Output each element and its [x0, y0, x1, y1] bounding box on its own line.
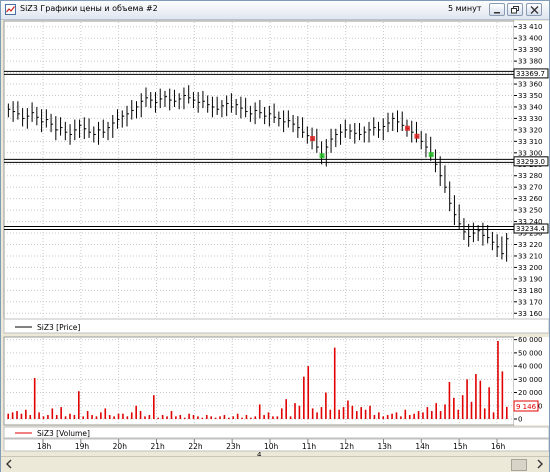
price-tick-label: 33 350 — [518, 92, 543, 100]
buy-marker — [428, 152, 434, 158]
price-tick-label: 33 380 — [518, 58, 543, 66]
sell-marker — [414, 133, 420, 139]
price-tick-label: 33 200 — [518, 264, 543, 272]
time-tick-label: 22h — [188, 442, 203, 451]
price-tick-label: 33 340 — [518, 103, 543, 111]
price-tick-label: 33 220 — [518, 241, 543, 249]
time-tick-label: 20h — [113, 442, 128, 451]
scroll-right-icon[interactable] — [533, 458, 546, 470]
chart-window: SiZ3 Графики цены и объема #2 5 минут 33… — [0, 0, 550, 472]
price-tick-label: 33 260 — [518, 195, 543, 203]
price-tick-label: 33 250 — [518, 207, 543, 215]
sell-marker — [404, 125, 410, 131]
volume-tick-label: 0 — [518, 416, 522, 424]
level-label: 33293.0 — [516, 158, 545, 166]
price-axis — [514, 21, 549, 319]
volume-last-value: 9 146 — [516, 403, 537, 411]
time-tick-label: 15h — [453, 442, 468, 451]
price-tick-label: 33 300 — [518, 149, 543, 157]
scroll-left-icon[interactable] — [3, 458, 16, 470]
level-label: 33234.4 — [516, 225, 545, 233]
time-tick-label: 11h — [302, 442, 317, 451]
chart-area[interactable]: 33 41033 40033 39033 38033 37033 36033 3… — [1, 1, 549, 457]
price-tick-label: 33 360 — [518, 81, 543, 89]
buy-marker — [319, 153, 325, 159]
price-tick-label: 33 160 — [518, 310, 543, 318]
time-tick-label: 10h — [264, 442, 279, 451]
price-tick-label: 33 280 — [518, 172, 543, 180]
price-tick-label: 33 390 — [518, 46, 543, 54]
price-tick-label: 33 180 — [518, 287, 543, 295]
volume-tick-label: 20 000 — [518, 389, 543, 397]
volume-legend-label: SiZ3 [Volume] — [37, 429, 90, 438]
time-tick-label: 21h — [151, 442, 166, 451]
time-tick-label: 14h — [415, 442, 430, 451]
price-tick-label: 33 400 — [518, 35, 543, 43]
price-tick-label: 33 270 — [518, 184, 543, 192]
time-tick-label: 19h — [75, 442, 90, 451]
volume-tick-label: 60 000 — [518, 336, 543, 344]
time-tick-label: 12h — [340, 442, 355, 451]
price-tick-label: 33 190 — [518, 275, 543, 283]
time-tick-label: 13h — [378, 442, 393, 451]
price-tick-label: 33 330 — [518, 115, 543, 123]
horizontal-scrollbar[interactable] — [1, 456, 549, 472]
time-tick-label: 18h — [37, 442, 52, 451]
price-tick-label: 33 310 — [518, 138, 543, 146]
price-tick-label: 33 410 — [518, 23, 543, 31]
volume-tick-label: 50 000 — [518, 349, 543, 357]
price-tick-label: 33 170 — [518, 298, 543, 306]
sell-marker — [310, 136, 316, 142]
volume-tick-label: 30 000 — [518, 376, 543, 384]
time-tick-label: 16h — [491, 442, 506, 451]
time-tick-label: 23h — [226, 442, 241, 451]
price-tick-label: 33 320 — [518, 126, 543, 134]
volume-tick-label: 40 000 — [518, 363, 543, 371]
scroll-thumb[interactable] — [511, 459, 527, 471]
price-legend-label: SiZ3 [Price] — [37, 323, 80, 332]
price-legend-bar — [3, 318, 549, 334]
level-label: 33369.7 — [516, 70, 545, 78]
price-tick-label: 33 210 — [518, 252, 543, 260]
